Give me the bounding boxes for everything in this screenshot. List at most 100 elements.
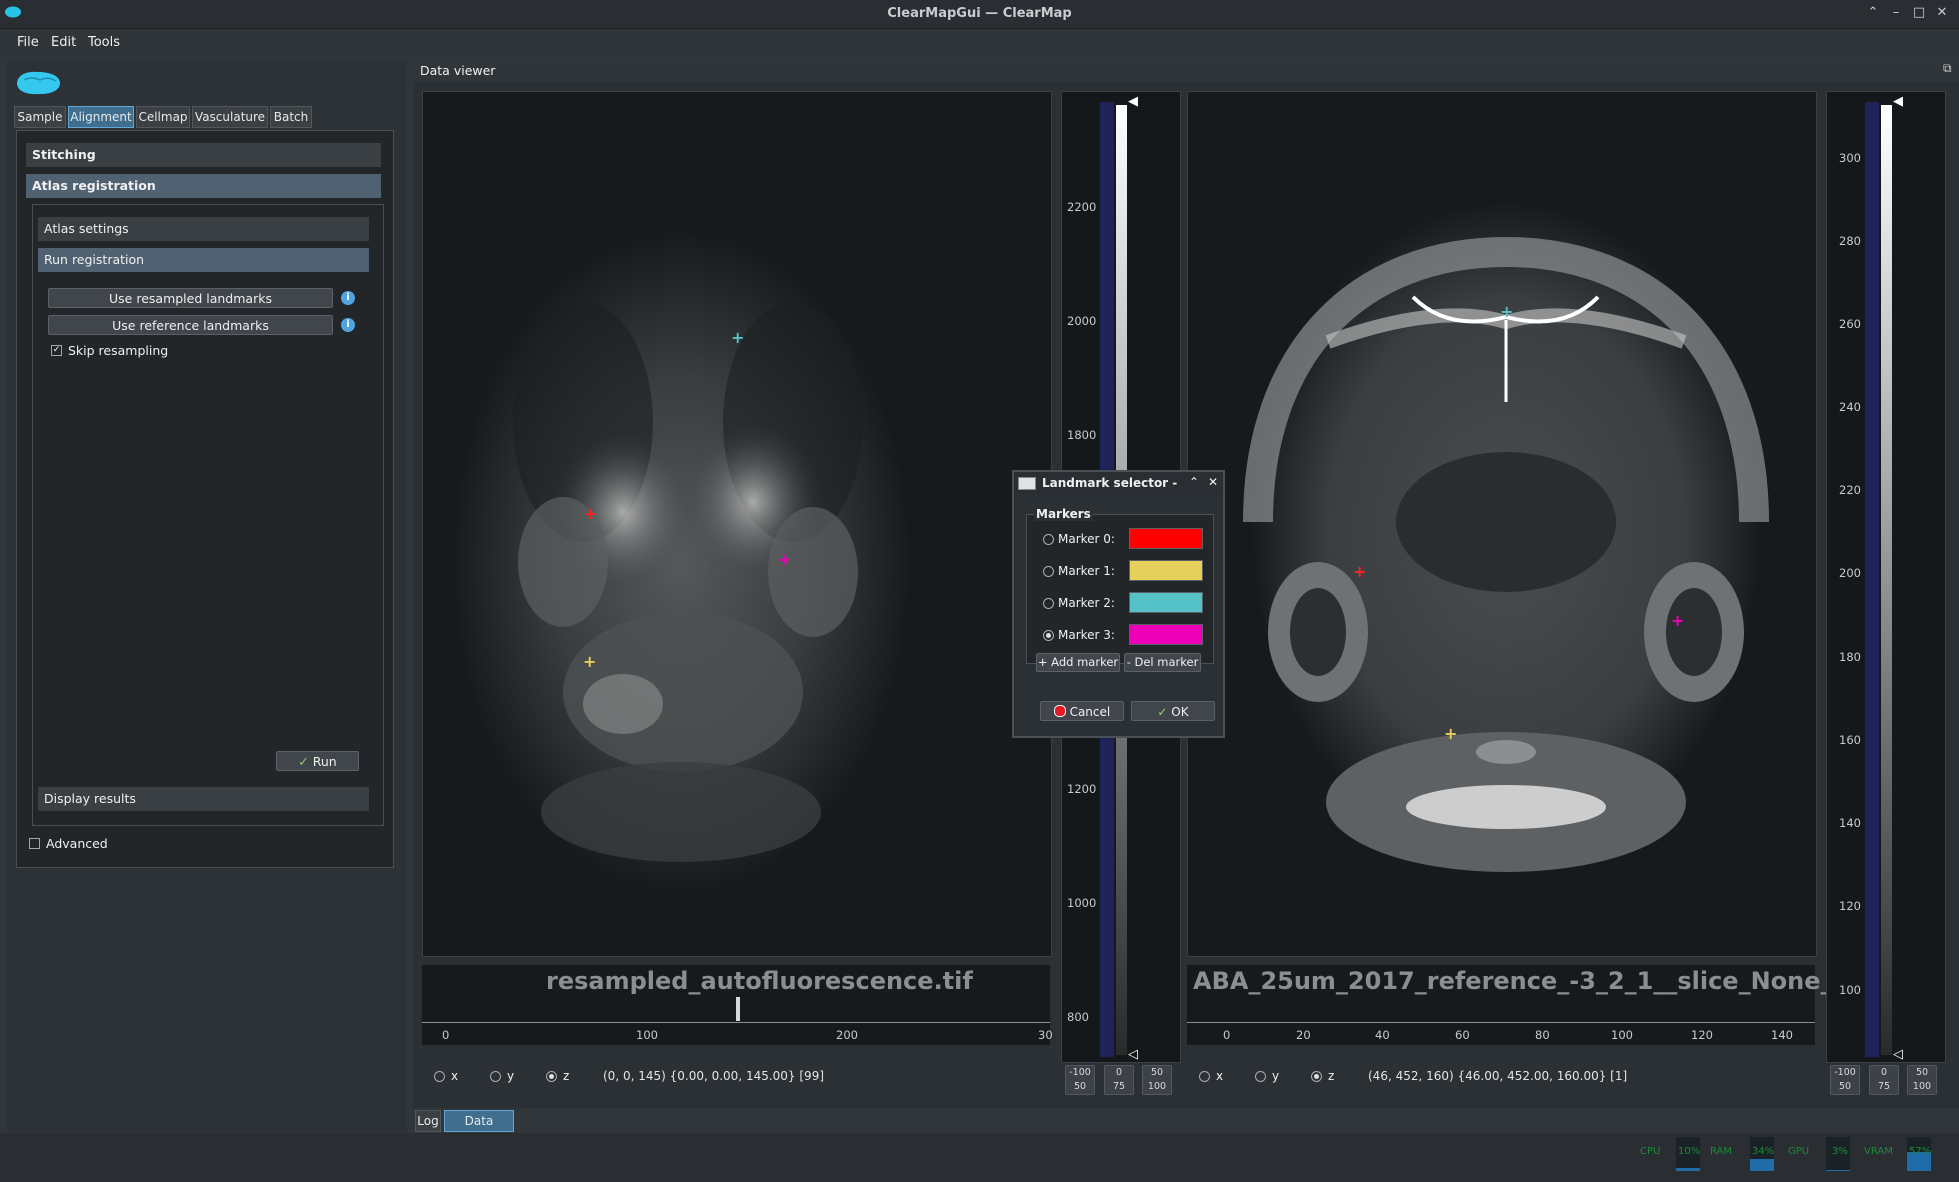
axis-z-radio[interactable] bbox=[1311, 1071, 1322, 1082]
marker-2-crosshair[interactable]: + bbox=[1500, 302, 1513, 321]
axis-y-label: y bbox=[1272, 1069, 1280, 1083]
lut-preset-button[interactable]: 50 100 bbox=[1907, 1065, 1937, 1095]
tab-alignment[interactable]: Alignment bbox=[68, 106, 134, 128]
lut-tick: 220 bbox=[1839, 483, 1861, 497]
menu-file[interactable]: File bbox=[17, 35, 39, 50]
lut-tick: 1800 bbox=[1067, 428, 1097, 442]
right-histogram[interactable]: ABA_25um_2017_reference_-3_2_1__slice_No… bbox=[1187, 965, 1914, 1045]
hist-tick: 0 bbox=[442, 1028, 450, 1042]
maximize-icon[interactable]: □ bbox=[1910, 4, 1928, 22]
collapse-icon[interactable]: ⌃ bbox=[1189, 475, 1199, 489]
marker-0-radio[interactable] bbox=[1043, 534, 1054, 545]
axis-z-label: z bbox=[1328, 1069, 1335, 1083]
ram-usage: 34% bbox=[1752, 1146, 1775, 1157]
section-stitching[interactable]: Stitching bbox=[26, 143, 381, 167]
lut-preset-button[interactable]: 0 75 bbox=[1104, 1065, 1134, 1095]
menu-bar: File Edit Tools bbox=[0, 29, 1959, 57]
lut-min-handle-icon[interactable]: ◁ bbox=[1893, 1047, 1903, 1062]
section-run-registration[interactable]: Run registration bbox=[38, 248, 369, 272]
axis-y-radio[interactable] bbox=[490, 1071, 501, 1082]
float-icon[interactable]: ⧉ bbox=[1943, 61, 1952, 76]
marker-3-label: Marker 3: bbox=[1058, 628, 1115, 642]
lut-tick: 180 bbox=[1839, 650, 1861, 664]
hist-tick: 60 bbox=[1455, 1028, 1470, 1042]
lut-preset-button[interactable]: 0 75 bbox=[1869, 1065, 1899, 1095]
lut-gradient bbox=[1881, 105, 1892, 1055]
use-reference-landmarks-button[interactable]: Use reference landmarks bbox=[48, 315, 333, 335]
marker-3-radio[interactable] bbox=[1043, 630, 1054, 641]
skip-resampling-checkbox[interactable]: ✓ bbox=[51, 345, 62, 356]
tab-batch[interactable]: Batch bbox=[270, 106, 312, 128]
skip-resampling-label: Skip resampling bbox=[68, 343, 169, 358]
keep-above-icon[interactable]: ⌃ bbox=[1864, 4, 1882, 22]
data-viewer-header: Data viewer ⧉ bbox=[413, 58, 1959, 82]
marker-2-color-swatch[interactable] bbox=[1129, 592, 1203, 613]
dialog-title: Landmark selector - bbox=[1042, 476, 1178, 490]
lut-tick: 100 bbox=[1839, 983, 1861, 997]
marker-0-crosshair[interactable]: + bbox=[584, 504, 597, 523]
axis-z-radio[interactable] bbox=[546, 1071, 557, 1082]
marker-3-crosshair[interactable]: + bbox=[778, 550, 791, 569]
lut-min-handle-icon[interactable]: ◁ bbox=[1128, 1047, 1138, 1062]
tab-data-viewer[interactable]: Data viewer bbox=[444, 1110, 514, 1148]
marker-3-color-swatch[interactable] bbox=[1129, 624, 1203, 645]
histogram-bar bbox=[736, 997, 740, 1021]
marker-0-label: Marker 0: bbox=[1058, 532, 1115, 546]
run-button[interactable]: ✓ Run bbox=[276, 751, 359, 771]
cpu-usage: 10% bbox=[1678, 1146, 1701, 1157]
left-histogram[interactable]: resampled_autofluorescence.tif 0 100 200… bbox=[422, 965, 1053, 1045]
tab-cellmap[interactable]: Cellmap bbox=[136, 106, 190, 128]
marker-0-color-swatch[interactable] bbox=[1129, 528, 1203, 549]
check-icon: ✓ bbox=[1157, 705, 1168, 719]
lut-tick: 1200 bbox=[1067, 782, 1097, 796]
axis-x-radio[interactable] bbox=[434, 1071, 445, 1082]
left-image-view[interactable]: + + + + bbox=[422, 91, 1052, 957]
lut-preset-button[interactable]: 50 100 bbox=[1142, 1065, 1172, 1095]
section-display-results[interactable]: Display results bbox=[38, 787, 369, 811]
right-image-view[interactable]: + + + + bbox=[1187, 91, 1817, 957]
axis-x-radio[interactable] bbox=[1199, 1071, 1210, 1082]
hist-tick: 30 bbox=[1038, 1028, 1053, 1042]
axis-y-radio[interactable] bbox=[1255, 1071, 1266, 1082]
close-icon[interactable]: ✕ bbox=[1208, 475, 1218, 489]
marker-1-color-swatch[interactable] bbox=[1129, 560, 1203, 581]
hist-tick: 0 bbox=[1223, 1028, 1231, 1042]
marker-2-crosshair[interactable]: + bbox=[731, 328, 744, 347]
marker-1-crosshair[interactable]: + bbox=[1444, 724, 1457, 743]
advanced-checkbox[interactable] bbox=[29, 838, 40, 849]
ok-button[interactable]: ✓ OK bbox=[1131, 701, 1215, 721]
lut-region[interactable] bbox=[1865, 102, 1879, 1057]
hist-tick: 100 bbox=[1611, 1028, 1633, 1042]
info-icon[interactable]: i bbox=[341, 318, 355, 332]
marker-3-crosshair[interactable]: + bbox=[1671, 611, 1684, 630]
cancel-button[interactable]: Cancel bbox=[1040, 701, 1124, 721]
menu-tools[interactable]: Tools bbox=[88, 35, 120, 50]
axis-y-label: y bbox=[507, 1069, 515, 1083]
lut-preset-button[interactable]: -100 50 bbox=[1065, 1065, 1095, 1095]
use-resampled-landmarks-button[interactable]: Use resampled landmarks bbox=[48, 288, 333, 308]
tab-sample[interactable]: Sample bbox=[14, 106, 66, 128]
marker-1-crosshair[interactable]: + bbox=[583, 652, 596, 671]
lut-tick: 120 bbox=[1839, 899, 1861, 913]
tab-vasculature[interactable]: Vasculature bbox=[192, 106, 268, 128]
minimize-icon[interactable]: – bbox=[1887, 4, 1905, 22]
menu-edit[interactable]: Edit bbox=[51, 35, 76, 50]
lut-max-handle-icon[interactable]: ◀ bbox=[1128, 94, 1138, 109]
add-marker-button[interactable]: + Add marker bbox=[1036, 653, 1120, 672]
right-lut-bar[interactable]: 300 280 260 240 220 200 180 160 140 120 … bbox=[1826, 91, 1946, 1063]
lut-tick: 200 bbox=[1839, 566, 1861, 580]
lut-tick: 140 bbox=[1839, 816, 1861, 830]
close-icon[interactable]: ✕ bbox=[1933, 4, 1951, 22]
marker-1-radio[interactable] bbox=[1043, 566, 1054, 577]
atlas-reference-image bbox=[1243, 202, 1769, 872]
gpu-usage: 3% bbox=[1832, 1146, 1848, 1157]
lut-preset-button[interactable]: -100 50 bbox=[1830, 1065, 1860, 1095]
info-icon[interactable]: i bbox=[341, 291, 355, 305]
marker-2-radio[interactable] bbox=[1043, 598, 1054, 609]
lut-max-handle-icon[interactable]: ◀ bbox=[1893, 94, 1903, 109]
section-atlas-settings[interactable]: Atlas settings bbox=[38, 217, 369, 241]
marker-0-crosshair[interactable]: + bbox=[1353, 562, 1366, 581]
section-atlas-registration[interactable]: Atlas registration bbox=[26, 174, 381, 198]
del-marker-button[interactable]: - Del marker bbox=[1124, 653, 1201, 672]
tab-log[interactable]: Log bbox=[415, 1110, 441, 1132]
